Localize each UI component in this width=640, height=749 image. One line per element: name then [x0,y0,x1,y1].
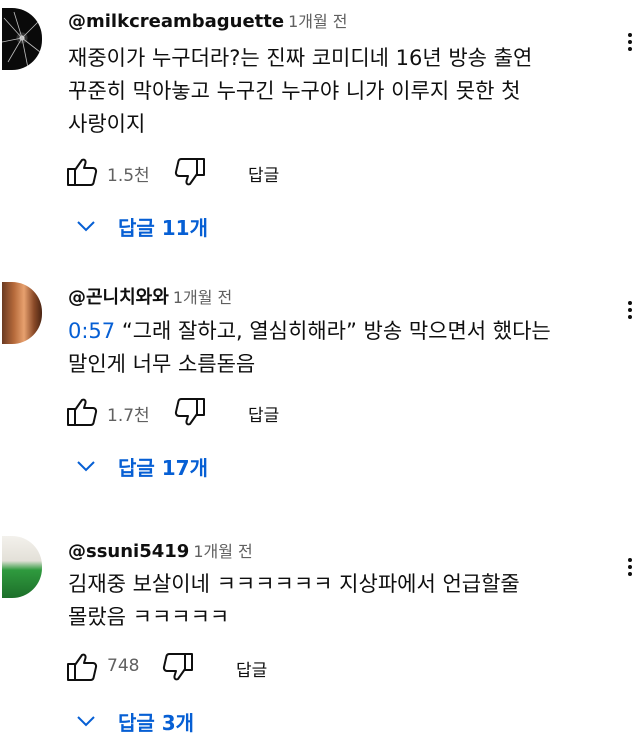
reply-button[interactable]: 답글 [248,401,279,426]
dislike-button[interactable] [174,397,206,427]
comment-author[interactable]: @milkcreambaguette [68,11,284,32]
comment-text: 김재중 보살이네 ㅋㅋㅋㅋㅋㅋ 지상파에서 언급할줄 몰랐음 ㅋㅋㅋㅋㅋ [68,568,608,634]
avatar[interactable] [2,8,42,70]
dislike-icon [162,653,193,681]
like-icon [67,653,98,681]
comment-line: 사랑이지 [68,112,146,136]
chevron-down-icon [77,221,95,232]
like-icon [67,398,98,426]
reply-button[interactable]: 답글 [248,161,279,186]
comment-text: 재중이가 누구더라?는 진짜 코미디네 16년 방송 출연 꾸준히 막아놓고 누… [68,42,608,141]
dislike-button[interactable] [174,157,206,187]
comment-line: 몰랐음 ㅋㅋㅋㅋㅋ [68,605,230,629]
comment-line: 0:57 “그래 잘하고, 열심히해라” 방송 막으면서 했다는 [68,315,608,348]
like-button[interactable] [66,157,98,187]
like-count: 1.7천 [107,406,150,426]
comment-line: 꾸준히 막아놓고 누구긴 누구야 니가 이루지 못한 첫 [68,79,521,103]
comment-text: 0:57 “그래 잘하고, 열심히해라” 방송 막으면서 했다는 말인게 너무 … [68,315,608,381]
replies-label: 답글 11개 [118,216,208,240]
dislike-icon [174,158,205,186]
reply-button[interactable]: 답글 [236,656,267,681]
like-count: 1.5천 [107,166,150,186]
more-vert-icon[interactable] [624,298,636,326]
more-vert-icon[interactable] [624,30,636,58]
replies-label: 답글 3개 [118,711,195,735]
comment-line-text: “그래 잘하고, 열심히해라” 방송 막으면서 했다는 [121,319,551,343]
comment-time[interactable]: 1개월 전 [173,288,232,307]
comment-line: 김재중 보살이네 ㅋㅋㅋㅋㅋㅋ 지상파에서 언급할줄 [68,572,520,596]
comment-line: 재중이가 누구더라?는 진짜 코미디네 16년 방송 출연 [68,46,533,70]
like-button[interactable] [66,397,98,427]
like-count: 748 [107,656,140,676]
comment-line: 말인게 너무 소름돋음 [68,352,256,376]
like-button[interactable] [66,652,98,682]
comment-author[interactable]: @곤니치와와 [68,287,169,308]
avatar[interactable] [2,536,42,598]
chevron-down-icon [77,716,95,727]
comment-time[interactable]: 1개월 전 [193,542,252,561]
comment-author[interactable]: @ssuni5419 [68,541,189,562]
like-icon [67,158,98,186]
comment-time[interactable]: 1개월 전 [288,12,347,31]
dislike-icon [174,398,205,426]
dislike-button[interactable] [162,652,194,682]
more-vert-icon[interactable] [624,555,636,583]
avatar[interactable] [2,282,42,344]
timestamp-link[interactable]: 0:57 [68,319,115,343]
replies-label: 답글 17개 [118,456,208,480]
chevron-down-icon [77,461,95,472]
